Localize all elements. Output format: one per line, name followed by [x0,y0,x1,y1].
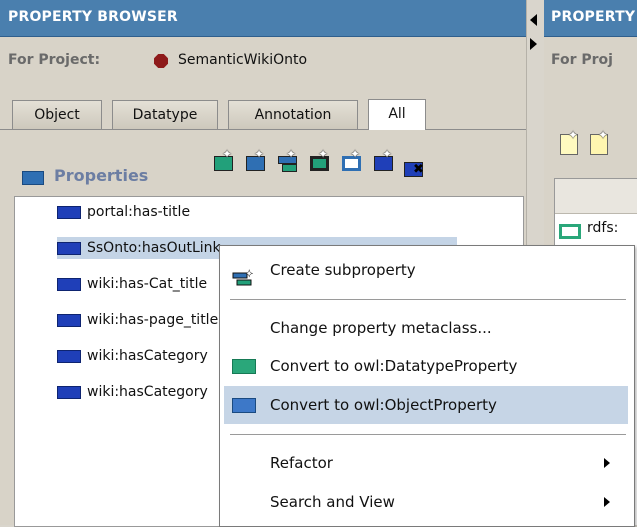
create-annotation-property-icon[interactable]: ✦ [340,148,362,171]
property-browser-title-bar: PROPERTY BROWSER [0,0,526,37]
object-property-icon [57,386,81,399]
create-instance-icon[interactable]: ✦ [558,128,580,155]
menu-item-change-metaclass[interactable]: Change property metaclass... [224,309,628,347]
datatype-property-icon [559,224,581,239]
create-object-property-alt-icon[interactable]: ✦ [372,148,394,171]
create-subproperty-icon: ✦ [232,263,254,286]
properties-icon [22,171,44,185]
tab-all[interactable]: All [368,99,426,130]
menu-item-convert-object[interactable]: Convert to owl:ObjectProperty [224,386,628,424]
create-object-property-icon[interactable]: ✦ [244,148,266,171]
create-property-icon[interactable]: ✦ [212,148,234,171]
datatype-property-icon [232,359,256,374]
project-name: SemanticWikiOnto [178,52,308,68]
create-datatype-property-icon[interactable]: ✦ [308,148,330,171]
menu-item-create-subproperty[interactable]: ✦ Create subproperty [224,251,628,289]
project-label: For Project: [8,52,101,68]
svg-text:✦: ✦ [245,269,253,280]
tab-annotation[interactable]: Annotation [228,100,358,129]
object-property-icon [57,278,81,291]
menu-item-label: Change property metaclass... [270,319,492,337]
object-property-icon [57,206,81,219]
tree-item-label: wiki:has-page_title [87,312,219,328]
tree-item-label: wiki:has-Cat_title [87,276,208,292]
object-property-icon [57,350,81,363]
tab-object[interactable]: Object [12,100,102,129]
object-property-icon [57,242,81,255]
properties-label: Properties [54,166,149,185]
menu-item-label: Create subproperty [270,261,416,279]
tree-item-label: SsOnto:hasOutLink [87,240,221,256]
delete-property-icon[interactable]: ✖ [402,156,424,177]
menu-item-label: Convert to owl:ObjectProperty [270,396,497,414]
object-property-icon [57,314,81,327]
row-label: rdfs: [587,220,619,236]
panel-title: PROPERTY BROWSER [8,9,178,25]
tree-item-label: wiki:hasCategory [87,348,208,364]
tree-item-label: portal:has-title [87,204,191,220]
menu-item-label: Search and View [270,493,395,511]
menu-item-label: Refactor [270,454,333,472]
create-document-icon[interactable]: ✦ [588,128,610,155]
menu-item-search-and-view[interactable]: Search and View [224,483,628,521]
project-row: For Project: SemanticWikiOnto [0,36,526,88]
submenu-arrow-icon [604,497,610,507]
collapse-left-icon[interactable] [530,14,537,26]
panel-title: PROPERTY [551,9,636,25]
menu-item-convert-datatype[interactable]: Convert to owl:DatatypeProperty [224,347,628,385]
tab-divider [0,129,526,130]
context-menu: ✦ Create subproperty Change property met… [219,245,635,527]
tab-datatype[interactable]: Datatype [112,100,218,129]
properties-header: Properties ✦ ✦ ✦ ✦ ✦ ✦ ✖ [0,140,526,190]
object-property-icon [232,398,256,413]
collapse-right-icon[interactable] [530,38,537,50]
tree-item-label: wiki:hasCategory [87,384,208,400]
menu-separator [230,434,626,435]
menu-separator [230,299,626,300]
menu-item-label: Convert to owl:DatatypeProperty [270,357,518,375]
menu-item-refactor[interactable]: Refactor [224,444,628,482]
create-subproperty-icon[interactable]: ✦ [276,148,298,172]
submenu-arrow-icon [604,458,610,468]
property-editor-title-bar: PROPERTY [544,0,637,37]
project-label: For Proj [551,52,613,68]
project-icon [154,54,168,68]
table-header [555,179,637,214]
